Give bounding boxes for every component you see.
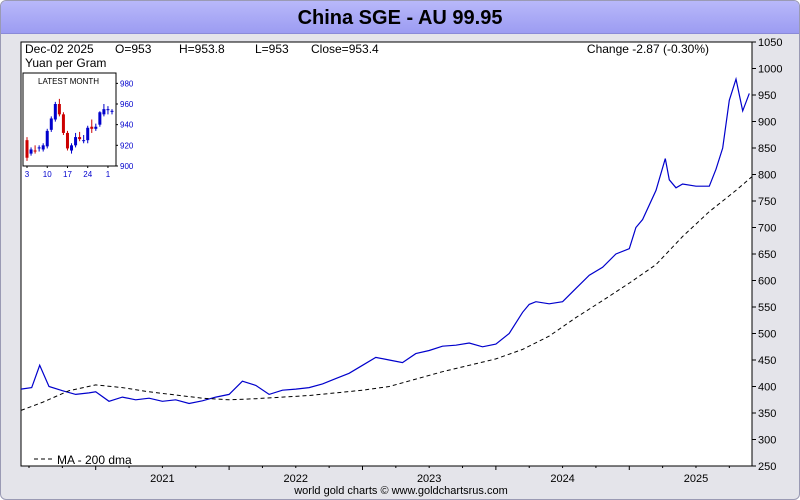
inset-candle-body <box>29 149 33 154</box>
x-axis: 2021 2022 2023 2024 2025 <box>28 466 730 485</box>
inset-x-tick-label: 17 <box>63 170 72 179</box>
inset-candle-body <box>53 104 57 120</box>
y-tick-label: 350 <box>758 408 776 420</box>
inset-candle-body <box>106 109 110 111</box>
inset-candle-body <box>86 127 90 141</box>
y-tick-label: 300 <box>758 435 776 447</box>
y-tick-label: 400 <box>758 382 776 394</box>
y-axis: 250 300 350 400 450 500 550 600 650 700 750 800 850 9… <box>752 37 782 473</box>
inset-candle-body <box>78 137 82 140</box>
y-tick-label: 800 <box>758 170 776 182</box>
inset-candle-body <box>65 132 69 149</box>
units-label: Yuan per Gram <box>25 56 106 70</box>
inset-y-tick-label: 960 <box>120 100 134 109</box>
inset-candle-body <box>49 118 53 130</box>
x-tick-label: 2022 <box>284 473 308 485</box>
inset-candle-body <box>41 145 45 150</box>
inset-x-tick-label: 24 <box>83 170 92 179</box>
y-tick-label: 1000 <box>758 64 782 76</box>
inset-y-tick-label: 900 <box>120 162 134 171</box>
x-tick-label: 2021 <box>150 473 174 485</box>
y-tick-label: 700 <box>758 223 776 235</box>
inset-y-tick-label: 980 <box>120 79 134 88</box>
y-tick-label: 600 <box>758 276 776 288</box>
inset-candle-body <box>45 130 49 147</box>
x-tick-label: 2024 <box>550 473 574 485</box>
y-tick-label: 950 <box>758 90 776 102</box>
inset-y-tick-label: 920 <box>120 141 134 150</box>
y-tick-label: 550 <box>758 302 776 314</box>
y-tick-label: 500 <box>758 329 776 341</box>
inset-candle-body <box>110 110 114 112</box>
legend-ma-label: MA - 200 dma <box>57 453 132 467</box>
header-open: O=953 <box>115 42 152 56</box>
inset-candle-body <box>94 126 98 129</box>
y-tick-label: 250 <box>758 461 776 473</box>
inset-y-tick-label: 940 <box>120 121 134 130</box>
inset-candle-body <box>98 112 102 125</box>
header-low: L=953 <box>255 42 289 56</box>
inset-candle-body <box>61 114 65 133</box>
inset-x-tick-label: 10 <box>43 170 52 179</box>
footer-credit: world gold charts © www.goldchartsrus.co… <box>294 485 508 497</box>
y-tick-label: 650 <box>758 249 776 261</box>
y-tick-label: 450 <box>758 355 776 367</box>
y-tick-label: 850 <box>758 143 776 155</box>
inset-title: LATEST MONTH <box>38 77 99 86</box>
inset-candle-body <box>74 137 78 146</box>
x-tick-label: 2023 <box>417 473 441 485</box>
header-close: Close=953.4 <box>311 42 379 56</box>
inset-candle-body <box>102 109 106 115</box>
header-change: Change -2.87 (-0.30%) <box>587 42 709 56</box>
y-tick-label: 750 <box>758 196 776 208</box>
header-high: H=953.8 <box>179 42 225 56</box>
inset-plot-area <box>22 72 117 167</box>
y-tick-label: 1050 <box>758 37 782 49</box>
inset-candle-body <box>57 104 61 115</box>
inset-candle-body <box>90 126 94 129</box>
price-chart: 2021 2022 2023 2024 2025 250 300 350 400 450 500 5… <box>20 37 782 485</box>
inset-x-tick-label: 3 <box>25 170 30 179</box>
inset-candle-body <box>25 140 29 158</box>
inset-candle-body <box>82 140 86 142</box>
header-date: Dec-02 2025 <box>25 42 94 56</box>
inset-candle-body <box>70 145 74 151</box>
inset-x-tick-label: 1 <box>106 170 111 179</box>
inset-candle-body <box>33 150 37 152</box>
chart-window: China SGE - AU 99.95 2021 2022 2023 2024 202… <box>0 0 800 500</box>
x-tick-label: 2025 <box>684 473 708 485</box>
inset-candle-body <box>37 147 41 149</box>
y-tick-label: 900 <box>758 117 776 129</box>
